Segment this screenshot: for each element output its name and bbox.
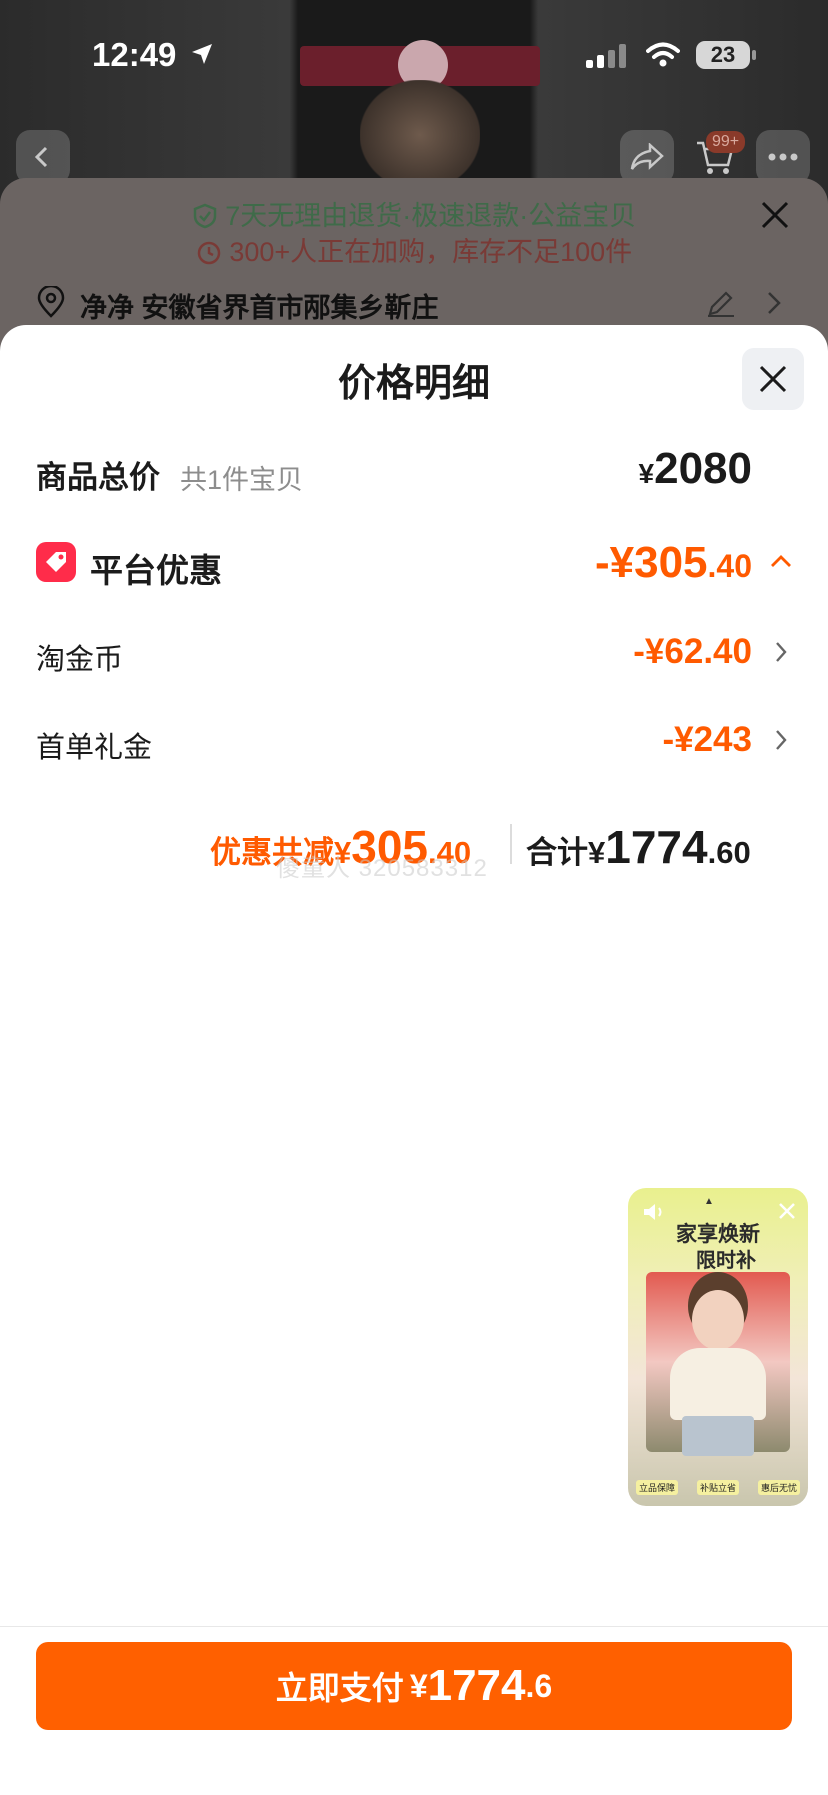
share-icon	[630, 143, 664, 170]
chevron-up-icon[interactable]	[770, 554, 792, 573]
location-arrow-icon	[190, 42, 214, 71]
taojinbi-row[interactable]: 淘金币 -¥62.40	[36, 622, 792, 682]
platform-discount-value: -¥305.40	[595, 538, 752, 588]
page-title: 价格明细	[337, 363, 490, 405]
grand-total-dec: .60	[707, 835, 751, 870]
share-button[interactable]	[620, 130, 674, 184]
cart-badge: 99+	[706, 131, 746, 153]
edit-pencil-icon[interactable]	[706, 288, 736, 323]
discount-prefix: -¥	[594, 538, 635, 587]
video-subtitle: 限时补	[696, 1250, 756, 1272]
close-panel-button[interactable]	[742, 348, 804, 410]
service-promise: 7天无理由退货·极速退款·公益宝贝	[0, 194, 828, 233]
pay-amount-dec: .6	[525, 1667, 553, 1704]
cellular-signal-icon	[586, 44, 628, 73]
stock-urgency: 300+人正在加购，库存不足100件	[0, 230, 828, 269]
more-dots-icon	[768, 153, 798, 161]
first-order-gift-value: -¥243	[662, 720, 752, 759]
shield-check-icon	[193, 203, 216, 229]
yen-symbol: ¥	[638, 458, 655, 489]
watermark: 傻童人 320583312	[276, 855, 488, 882]
video-person-body	[670, 1348, 766, 1420]
chevron-right-icon	[774, 640, 788, 669]
more-button[interactable]	[756, 130, 810, 184]
first-order-gift-label: 首单礼金	[36, 732, 153, 764]
close-icon	[759, 365, 787, 393]
first-order-gift-row[interactable]: 首单礼金 -¥243	[36, 710, 792, 770]
taojinbi-value: -¥62.40	[633, 632, 752, 671]
price-tag-icon	[36, 542, 76, 582]
discount-dec: .40	[707, 548, 752, 584]
grand-total-int: 1774	[605, 821, 708, 873]
pay-amount-int: 1774	[427, 1661, 526, 1710]
close-icon[interactable]	[778, 1202, 796, 1225]
status-time: 12:49	[92, 36, 177, 73]
taojinbi-label: 淘金币	[36, 644, 124, 676]
video-tag: 惠后无忧	[757, 1480, 800, 1495]
goods-total-value: ¥2080	[639, 444, 752, 494]
discount-int: 305	[634, 538, 708, 587]
alarm-clock-icon	[197, 241, 221, 265]
close-icon[interactable]	[760, 200, 790, 235]
battery-tip	[752, 50, 756, 60]
battery-icon: 23	[696, 41, 750, 69]
video-tag: 补贴立省	[696, 1480, 739, 1495]
speaker-icon[interactable]	[642, 1202, 666, 1227]
goods-total-row: 商品总价 共1件宝贝 ¥2080	[36, 444, 792, 504]
address-row[interactable]: 净净 安徽省界首市邴集乡靳庄	[36, 284, 792, 325]
pay-now-button[interactable]: 立即支付 ¥ 1774 .6	[36, 1642, 792, 1730]
summary-divider	[510, 824, 512, 864]
goods-count: 共1件宝贝	[180, 465, 304, 495]
brand-logo-icon: ▲	[704, 1196, 714, 1207]
pay-now-label: 立即支付	[275, 1670, 404, 1706]
video-tags: 立品保障 补贴立省 惠后无忧	[636, 1480, 800, 1495]
back-button[interactable]	[16, 130, 70, 184]
service-promise-text: 7天无理由退货·极速退款·公益宝贝	[225, 201, 637, 231]
status-bar: 12:49 23	[0, 0, 828, 110]
video-tag: 立品保障	[636, 1480, 679, 1495]
pay-yen-symbol: ¥	[409, 1667, 428, 1704]
chevron-right-icon[interactable]	[766, 290, 782, 321]
grand-total: 合计¥1774.60	[526, 820, 751, 874]
floating-video-card[interactable]: ▲ 家享焕新 限时补 立品保障 补贴立省 惠后无忧	[628, 1188, 808, 1506]
goods-total-amount: 2080	[654, 444, 752, 493]
video-person-legs	[682, 1416, 754, 1456]
stock-urgency-text: 300+人正在加购，库存不足100件	[229, 237, 633, 267]
chevron-right-icon	[774, 728, 788, 757]
address-text: 净净 安徽省界首市邴集乡靳庄	[80, 292, 439, 323]
wifi-icon	[646, 42, 680, 73]
grand-total-prefix: 合计¥	[526, 835, 606, 870]
bottom-divider	[0, 1626, 828, 1627]
chevron-left-icon	[34, 146, 48, 168]
platform-discount-label: 平台优惠	[90, 552, 222, 589]
platform-discount-row[interactable]: 平台优惠 -¥305.40	[36, 538, 792, 598]
goods-total-label: 商品总价	[36, 460, 160, 495]
location-pin-icon	[36, 284, 66, 325]
video-person-head	[692, 1290, 744, 1350]
